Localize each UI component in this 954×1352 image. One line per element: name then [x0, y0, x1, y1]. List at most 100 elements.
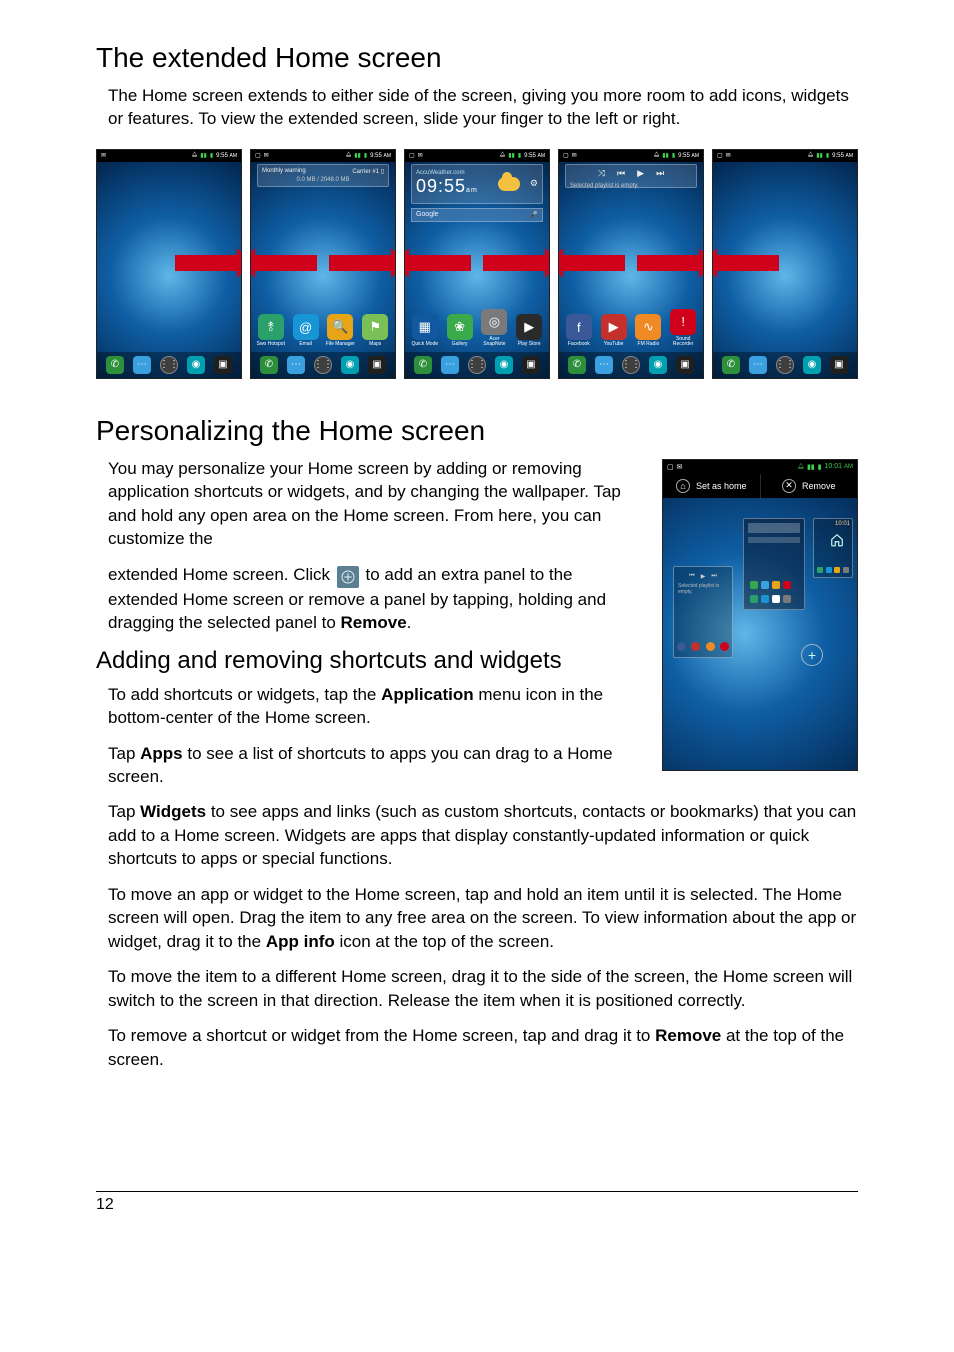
mini-app-icon: [772, 581, 780, 589]
browser-icon[interactable]: ◉: [341, 356, 359, 374]
app-file-manager[interactable]: 🔍File Manager: [325, 314, 355, 348]
browser-icon[interactable]: ◉: [803, 356, 821, 374]
app-row: ▦Quick Mode ❀Gallery ◎Acer SnapNote ▶Pla…: [405, 309, 549, 348]
home-icon: ⌂: [676, 479, 690, 493]
text: extended Home screen. Click: [108, 565, 335, 584]
app-play-store[interactable]: ▶Play Store: [514, 314, 544, 348]
app-label: Gallery: [445, 342, 475, 348]
maps-icon: ⚑: [362, 314, 388, 340]
app-gallery[interactable]: ❀Gallery: [445, 314, 475, 348]
envelope-icon: ✉: [264, 152, 269, 159]
app-hotspot[interactable]: ⥉Swo Hotspot: [256, 314, 286, 348]
app-fm-radio[interactable]: ∿FM Radio: [633, 314, 663, 348]
battery-icon: ▮: [518, 152, 521, 159]
signal-icon: ▮▮: [662, 152, 669, 159]
plus-circle-icon: [337, 566, 359, 588]
prev-icon[interactable]: ⏮: [617, 168, 625, 179]
camera-icon[interactable]: ▣: [522, 356, 540, 374]
status-bar: ▢✉ ⧋▮▮▮10:01 AM: [663, 460, 857, 474]
para-adding-3: Tap Widgets to see apps and links (such …: [108, 800, 858, 870]
camera-icon[interactable]: ▣: [676, 356, 694, 374]
mini-panel-right[interactable]: 10:01: [813, 518, 853, 578]
app-maps[interactable]: ⚑ Maps: [360, 314, 390, 348]
phone-icon[interactable]: ✆: [568, 356, 586, 374]
clock-text: 9:55 AM: [524, 153, 545, 159]
google-search-bar[interactable]: Google 🎤: [411, 208, 543, 222]
messages-icon[interactable]: ⋯: [749, 356, 767, 374]
app-quick-mode[interactable]: ▦Quick Mode: [410, 314, 440, 348]
para-extended: The Home screen extends to either side o…: [108, 84, 858, 131]
weather-clock-widget[interactable]: AccuWeather.com 09:55am ⚙: [411, 164, 543, 204]
app-email[interactable]: @Email: [291, 314, 321, 348]
browser-icon[interactable]: ◉: [495, 356, 513, 374]
mini-panel-main[interactable]: [743, 518, 805, 610]
app-row: ⥉Swo Hotspot @Email 🔍File Manager ⚑ Maps: [251, 314, 395, 348]
phone-icon[interactable]: ✆: [260, 356, 278, 374]
add-panel-button[interactable]: +: [801, 644, 823, 666]
remove-button[interactable]: ✕ Remove: [761, 474, 858, 498]
shuffle-icon[interactable]: ⤨: [598, 168, 605, 179]
facebook-icon: f: [566, 314, 592, 340]
messages-icon[interactable]: ⋯: [287, 356, 305, 374]
set-as-home-button[interactable]: ⌂ Set as home: [663, 474, 761, 498]
text: .: [407, 613, 412, 632]
swipe-arrow-icon: [558, 255, 625, 271]
appinfo-bold: App info: [266, 932, 335, 951]
clock-text: 9:55 AM: [216, 153, 237, 159]
mini-widget: [748, 523, 800, 533]
record-icon: !: [670, 309, 696, 335]
status-bar: ▢✉ ⧋▮▮▮9:55 AM: [405, 150, 549, 162]
browser-icon[interactable]: ◉: [649, 356, 667, 374]
apps-icon[interactable]: ⋮⋮: [776, 356, 794, 374]
messages-icon[interactable]: ⋯: [595, 356, 613, 374]
wifi-icon: ⧋: [798, 463, 804, 471]
mic-icon[interactable]: 🎤: [529, 211, 538, 219]
play-icon[interactable]: ▶: [637, 168, 644, 179]
phone-icon[interactable]: ✆: [106, 356, 124, 374]
apps-icon[interactable]: ⋮⋮: [468, 356, 486, 374]
playlist-empty-text: Selected playlist is empty.: [570, 183, 692, 189]
next-icon[interactable]: ⏭: [656, 168, 664, 179]
app-label: Quick Mode: [410, 342, 440, 348]
messages-icon[interactable]: ⋯: [441, 356, 459, 374]
mini-app-icon: [783, 595, 791, 603]
app-youtube[interactable]: ▶YouTube: [599, 314, 629, 348]
page-number: 12: [96, 1196, 114, 1213]
app-label: Sound Recorder: [668, 337, 698, 348]
camera-icon[interactable]: ▣: [214, 356, 232, 374]
camera-icon[interactable]: ▣: [368, 356, 386, 374]
data-usage-widget[interactable]: Monthly warning Carrier #1 ▯ 0.0 MB / 20…: [257, 164, 389, 187]
music-widget[interactable]: ⤨ ⏮ ▶ ⏭ Selected playlist is empty.: [565, 164, 697, 188]
play-store-icon: ▶: [516, 314, 542, 340]
apps-icon[interactable]: ⋮⋮: [314, 356, 332, 374]
gear-icon[interactable]: ⚙: [530, 178, 538, 189]
mini-app-icon: [677, 642, 686, 651]
remove-bold: Remove: [341, 613, 407, 632]
app-facebook[interactable]: fFacebook: [564, 314, 594, 348]
mini-app-icon: [783, 581, 791, 589]
app-snapnote[interactable]: ◎Acer SnapNote: [479, 309, 509, 348]
battery-icon: ▮: [364, 152, 367, 159]
mini-playlist-text: Selected playlist is empty.: [678, 583, 728, 595]
widgets-bold: Widgets: [140, 802, 206, 821]
set-as-home-label: Set as home: [696, 481, 747, 491]
screen-4: ▢✉ ⧋▮▮▮9:55 AM ⤨ ⏮ ▶ ⏭ Selected playlist…: [558, 149, 704, 379]
messages-icon[interactable]: ⋯: [133, 356, 151, 374]
mini-music-controls: ⏮▶⏭: [674, 573, 732, 580]
signal-icon: ▮▮: [816, 152, 823, 159]
apps-icon[interactable]: ⋮⋮: [622, 356, 640, 374]
mini-app-icon: [834, 567, 840, 573]
app-label: Maps: [360, 342, 390, 348]
swipe-arrow-icon: [712, 255, 779, 271]
phone-icon[interactable]: ✆: [722, 356, 740, 374]
signal-icon: ▮▮: [354, 152, 361, 159]
camera-icon[interactable]: ▣: [830, 356, 848, 374]
app-sound-recorder[interactable]: ! Sound Recorder: [668, 309, 698, 348]
screen-1: ✉ ⧋ ▮▮ ▮ 9:55 AM ✆ ⋯ ⋮⋮ ◉ ▣: [96, 149, 242, 379]
browser-icon[interactable]: ◉: [187, 356, 205, 374]
mini-panel-left[interactable]: ⏮▶⏭ Selected playlist is empty.: [673, 566, 733, 658]
mini-app-icon: [772, 595, 780, 603]
search-label: Google: [416, 211, 439, 218]
apps-icon[interactable]: ⋮⋮: [160, 356, 178, 374]
phone-icon[interactable]: ✆: [414, 356, 432, 374]
